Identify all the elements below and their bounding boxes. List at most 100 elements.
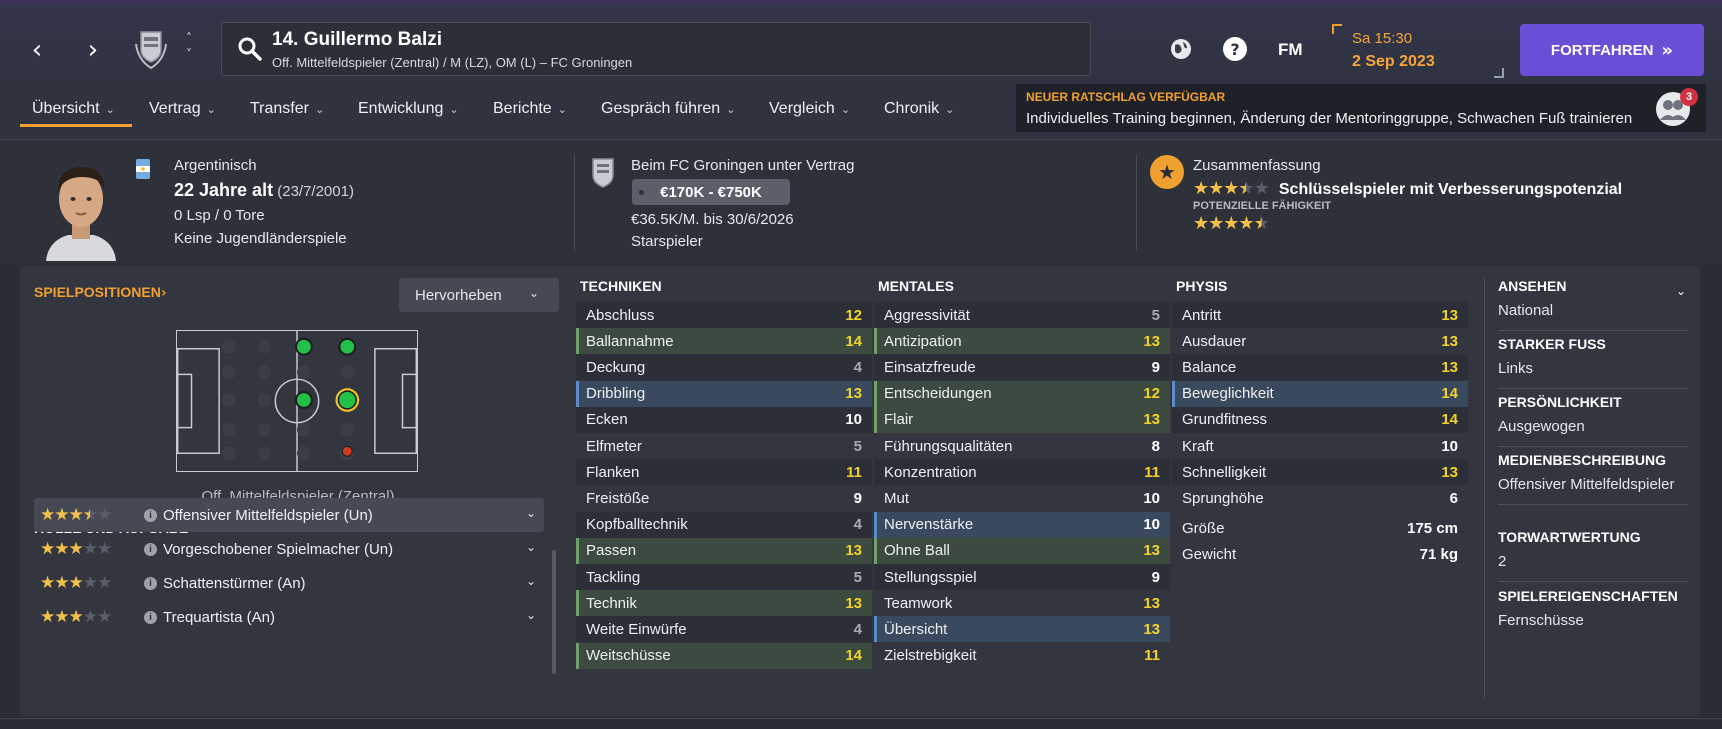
attribute-row[interactable]: Freistöße 9 — [576, 485, 872, 511]
player-search-box[interactable]: 14. Guillermo Balzi Off. Mittelfeldspiel… — [221, 22, 1091, 76]
attribute-row[interactable]: Teamwork 13 — [874, 590, 1170, 616]
attribute-row[interactable]: Übersicht 13 — [874, 616, 1170, 643]
advice-panel[interactable]: NEUER RATSCHLAG VERFÜGBAR Individuelles … — [1016, 84, 1706, 132]
player-detail-section: TORWARTWERTUNG 2 — [1498, 529, 1688, 582]
attribute-row[interactable]: Weitschüsse 14 — [576, 642, 872, 669]
chevron-down-icon[interactable]: ⌄ — [526, 540, 536, 554]
roles-scrollbar[interactable] — [552, 550, 556, 674]
attribute-value: 13 — [1143, 542, 1160, 560]
attribute-row[interactable]: Ballannahme 14 — [576, 328, 872, 355]
positions-link[interactable]: SPIELPOSITIONEN› — [34, 284, 167, 301]
info-icon[interactable]: i — [144, 610, 157, 624]
attribute-row[interactable]: Konzentration 11 — [874, 459, 1170, 486]
info-icon[interactable]: i — [144, 508, 157, 522]
summary-title: Zusammenfassung — [1193, 157, 1321, 174]
attribute-name: Ohne Ball — [884, 542, 950, 560]
attribute-row[interactable]: Nervenstärke 10 — [874, 511, 1170, 538]
divider — [574, 155, 575, 251]
attribute-row[interactable]: Entscheidungen 12 — [874, 380, 1170, 407]
attribute-name: Ausdauer — [1182, 332, 1247, 350]
role-row[interactable]: ★★★★★ i Vorgeschobener Spielmacher (Un) ⌄ — [34, 532, 544, 566]
attribute-row[interactable]: Ohne Ball 13 — [874, 537, 1170, 564]
attribute-row[interactable]: Sprunghöhe 6 — [1172, 485, 1468, 511]
attribute-row[interactable]: Grundfitness 14 — [1172, 406, 1468, 433]
role-stars: ★★★★★ — [40, 505, 112, 525]
attribute-row[interactable]: Flair 13 — [874, 406, 1170, 433]
attribute-row[interactable]: Mut 10 — [874, 485, 1170, 511]
forward-arrow-icon[interactable]: › — [78, 32, 108, 68]
attribute-value: 10 — [1441, 437, 1458, 455]
attribute-row[interactable]: Stellungsspiel 9 — [874, 564, 1170, 590]
attribute-row[interactable]: Passen 13 — [576, 537, 872, 564]
chevron-down-icon[interactable]: ⌄ — [526, 574, 536, 588]
info-icon[interactable]: i — [144, 542, 157, 556]
tab-contract[interactable]: Vertrag ⌄ — [149, 100, 216, 118]
attribute-row[interactable]: Elfmeter 5 — [576, 433, 872, 459]
attribute-row[interactable]: Ecken 10 — [576, 406, 872, 433]
back-arrow-icon[interactable]: ‹ — [22, 32, 52, 68]
game-date[interactable]: Sa 15:30 2 Sep 2023 — [1332, 24, 1504, 78]
weight-value: 71 kg — [1419, 545, 1458, 563]
attribute-row[interactable]: Führungsqualitäten 8 — [874, 433, 1170, 459]
attribute-name: Einsatzfreude — [884, 358, 976, 376]
attribute-row[interactable]: Aggressivität 5 — [874, 302, 1170, 328]
fm-logo[interactable]: FM — [1278, 40, 1303, 60]
role-row[interactable]: ★★★★★ i Schattenstürmer (An) ⌄ — [34, 566, 544, 600]
chevron-down-icon[interactable]: ⌄ — [526, 608, 536, 622]
tab-compare[interactable]: Vergleich ⌄ — [769, 100, 850, 118]
attribute-row[interactable]: Tackling 5 — [576, 564, 872, 590]
attribute-row[interactable]: Kraft 10 — [1172, 433, 1468, 459]
attribute-row[interactable]: Balance 13 — [1172, 354, 1468, 381]
tab-reports[interactable]: Berichte ⌄ — [493, 100, 567, 118]
player-switch-arrows[interactable]: ˄ ˅ — [180, 30, 198, 70]
continue-button[interactable]: FORTFAHREN » — [1520, 24, 1704, 76]
attribute-row[interactable]: Dribbling 13 — [576, 380, 872, 407]
attribute-row[interactable]: Deckung 4 — [576, 354, 872, 381]
contract-title: Beim FC Groningen unter Vertrag — [631, 157, 855, 174]
transfer-value-pill[interactable]: €170K - €750K — [632, 179, 790, 205]
tab-label: Vertrag — [149, 100, 201, 117]
attribute-row[interactable]: Antritt 13 — [1172, 302, 1468, 328]
attribute-row[interactable]: Einsatzfreude 9 — [874, 354, 1170, 381]
club-crest-icon[interactable] — [588, 155, 618, 189]
attribute-row[interactable]: Zielstrebigkeit 11 — [874, 643, 1170, 669]
attribute-value: 13 — [845, 594, 862, 612]
attribute-row[interactable]: Abschluss 12 — [576, 302, 872, 328]
attribute-name: Ballannahme — [586, 332, 674, 350]
tab-history[interactable]: Chronik ⌄ — [884, 100, 954, 118]
potential-stars-line: ★★★★★ — [1193, 213, 1270, 234]
attribute-value: 5 — [853, 568, 862, 586]
help-icon[interactable]: ? — [1222, 36, 1248, 62]
attribute-name: Mut — [884, 489, 910, 507]
tab-development[interactable]: Entwicklung ⌄ — [358, 100, 459, 118]
attribute-value: 13 — [845, 542, 862, 560]
tab-transfer[interactable]: Transfer ⌄ — [250, 100, 324, 118]
attribute-row[interactable]: Schnelligkeit 13 — [1172, 459, 1468, 486]
attribute-row[interactable]: Kopfballtechnik 4 — [576, 511, 872, 538]
role-name: Vorgeschobener Spielmacher (Un) — [163, 540, 394, 558]
detail-title: PERSÖNLICHKEIT — [1498, 394, 1622, 410]
tab-conversation[interactable]: Gespräch führen ⌄ — [601, 100, 735, 118]
role-row[interactable]: ★★★★★ i Trequartista (An) ⌄ — [34, 600, 544, 634]
position-dot-mc — [295, 391, 313, 409]
attribute-name: Freistöße — [586, 489, 650, 507]
search-icon — [238, 37, 262, 61]
attribute-row[interactable]: Technik 13 — [576, 590, 872, 617]
tab-label: Vergleich — [769, 100, 835, 117]
attribute-name: Übersicht — [884, 620, 948, 638]
player-detail-section: MEDIENBESCHREIBUNG Offensiver Mittelfelds… — [1498, 452, 1688, 505]
attribute-row[interactable]: Beweglichkeit 14 — [1172, 380, 1468, 407]
chevron-down-icon: ⌄ — [206, 103, 216, 116]
globe-icon[interactable] — [1168, 36, 1194, 62]
chevron-down-icon[interactable]: ⌄ — [526, 506, 536, 520]
attribute-row[interactable]: Ausdauer 13 — [1172, 328, 1468, 354]
info-icon[interactable]: i — [144, 576, 157, 590]
attribute-row[interactable]: Flanken 11 — [576, 459, 872, 486]
attribute-row[interactable]: Weite Einwürfe 4 — [576, 616, 872, 643]
highlight-dropdown[interactable]: Hervorheben ⌄ — [399, 278, 559, 312]
club-crest-icon[interactable] — [128, 26, 174, 72]
role-row[interactable]: ★★★★★ i Offensiver Mittelfeldspieler (Un) ⌄ — [34, 498, 544, 532]
attribute-row[interactable]: Antizipation 13 — [874, 328, 1170, 355]
tab-overview[interactable]: Übersicht ⌄ — [32, 100, 115, 118]
birthdate: (23/7/2001) — [277, 183, 354, 200]
